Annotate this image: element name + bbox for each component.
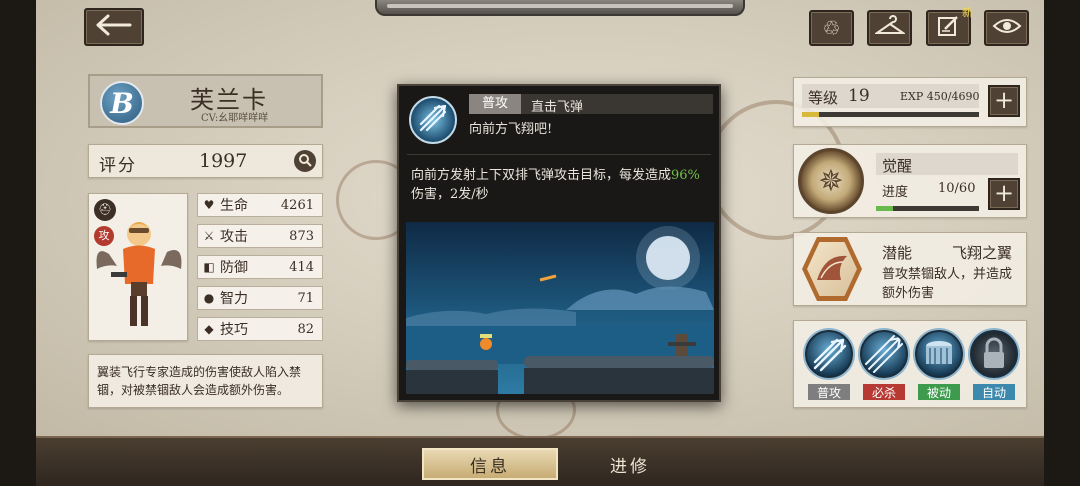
eye-icon bbox=[992, 17, 1022, 39]
top-pull-rail[interactable] bbox=[375, 0, 745, 16]
arrow-burst-icon bbox=[417, 102, 449, 138]
spread-arrows-icon bbox=[865, 335, 903, 373]
stat-label: 防御 bbox=[220, 260, 248, 276]
character-sprite bbox=[96, 222, 182, 326]
new-badge: 新 bbox=[962, 6, 973, 19]
skill-button[interactable] bbox=[805, 330, 853, 378]
stat-row: ◆ 技巧 82 bbox=[197, 317, 323, 341]
level-up-button[interactable]: + bbox=[988, 85, 1020, 117]
heart-icon: ♥ bbox=[203, 198, 215, 212]
skill-name: 直击飞弹 bbox=[531, 100, 584, 115]
potential-desc: 普攻禁锢敌人，并造成额外伤害 bbox=[882, 267, 1013, 301]
stat-value: 873 bbox=[289, 228, 314, 244]
stat-row: ♥ 生命 4261 bbox=[197, 193, 323, 217]
stat-value: 414 bbox=[289, 259, 314, 275]
skill-type-tag: 普攻 bbox=[469, 94, 521, 114]
recycle-icon: ♲ bbox=[822, 16, 841, 40]
character-cv: CV:幺耶咩咩咩 bbox=[201, 113, 269, 124]
rarity-badge: B bbox=[100, 81, 144, 125]
skill-detail-popup[interactable]: 普攻 直击飞弹 向前方飞翔吧! 向前方发射上下双排飞弹攻击目标，每发造成96% 伤… bbox=[397, 84, 721, 402]
shield-icon: ◧ bbox=[203, 260, 215, 274]
score-value: 1997 bbox=[199, 150, 248, 172]
star-icon: ✵ bbox=[818, 163, 844, 199]
arrow-burst-icon bbox=[813, 338, 847, 372]
stat-label: 攻击 bbox=[220, 229, 248, 245]
stat-label: 智力 bbox=[220, 291, 248, 307]
exp-text: EXP 450/4690 bbox=[900, 90, 980, 103]
level-value: 19 bbox=[848, 86, 870, 106]
plus-icon: + bbox=[993, 179, 1015, 207]
skill-popup-divider bbox=[407, 154, 711, 155]
character-portrait[interactable]: ⛑ 攻 bbox=[88, 193, 188, 341]
score-panel: 评分 1997 bbox=[88, 144, 323, 178]
skill-tag: 被动 bbox=[918, 384, 960, 400]
hanger-icon bbox=[873, 15, 906, 41]
stat-value: 71 bbox=[297, 290, 314, 306]
description-text: 翼装飞行专家造成的伤害使敌人陷入禁锢，对被禁锢敌人会造成额外伤害。 bbox=[97, 365, 302, 397]
stat-row: ⚔ 攻击 873 bbox=[197, 224, 323, 248]
skill-desc-part: 伤害，2发/秒 bbox=[411, 187, 489, 202]
lock-icon bbox=[984, 337, 1004, 368]
search-icon bbox=[298, 152, 312, 171]
edit-note-icon bbox=[937, 15, 961, 41]
skill-description: 向前方发射上下双排飞弹攻击目标，每发造成96% 伤害，2发/秒 bbox=[411, 166, 711, 204]
score-label: 评分 bbox=[99, 156, 137, 176]
plus-icon: + bbox=[993, 86, 1015, 114]
wardrobe-button[interactable] bbox=[867, 10, 912, 46]
awaken-plus-button[interactable]: + bbox=[988, 178, 1020, 210]
search-button[interactable] bbox=[294, 150, 316, 172]
awaken-label: 觉醒 bbox=[882, 157, 913, 175]
awaken-progress-bar bbox=[876, 206, 979, 211]
stat-row: ● 智力 71 bbox=[197, 286, 323, 310]
potential-panel: 潜能 飞翔之翼 普攻禁锢敌人，并造成额外伤害 bbox=[793, 232, 1027, 306]
stat-value: 82 bbox=[297, 321, 314, 337]
skills-panel: 普攻 必杀 被动 自动 bbox=[793, 320, 1027, 408]
skill-tag: 自动 bbox=[973, 384, 1015, 400]
potential-icon[interactable] bbox=[802, 237, 862, 301]
wing-icon bbox=[807, 242, 857, 296]
level-label: 等级 bbox=[808, 89, 839, 107]
left-frame bbox=[0, 0, 36, 486]
tab-info[interactable]: 信息 bbox=[422, 448, 558, 480]
potential-name: 飞翔之翼 bbox=[952, 244, 1013, 262]
preview-scene bbox=[406, 226, 714, 394]
recycle-button[interactable]: ♲ bbox=[809, 10, 854, 46]
cylinder-icon bbox=[926, 341, 952, 365]
character-description: 翼装飞行专家造成的伤害使敌人陷入禁锢，对被禁锢敌人会造成额外伤害。 bbox=[88, 354, 323, 408]
sword-icon: ⚔ bbox=[203, 229, 215, 243]
edit-button[interactable]: 新 bbox=[926, 6, 973, 46]
skill-desc-part: 向前方发射上下双排飞弹攻击目标，每发造成 bbox=[411, 168, 672, 183]
brain-icon: ● bbox=[203, 291, 215, 305]
skill-preview-video[interactable] bbox=[406, 222, 714, 394]
skill-button[interactable] bbox=[860, 330, 908, 378]
character-name-card: B 芙兰卡 CV:幺耶咩咩咩 bbox=[88, 74, 323, 128]
stat-row: ◧ 防御 414 bbox=[197, 255, 323, 279]
awaken-progress-value: 10/60 bbox=[938, 181, 976, 196]
right-frame bbox=[1044, 0, 1080, 486]
back-arrow-icon bbox=[94, 13, 134, 41]
skill-popup-icon bbox=[409, 96, 457, 144]
damage-percent: 96% bbox=[671, 168, 700, 183]
skill-button[interactable] bbox=[970, 330, 1018, 378]
back-button[interactable] bbox=[84, 8, 144, 46]
exp-bar bbox=[802, 112, 979, 117]
stat-label: 技巧 bbox=[220, 322, 248, 338]
potential-label: 潜能 bbox=[882, 244, 913, 262]
skill-tagline: 向前方飞翔吧! bbox=[469, 122, 553, 137]
awaken-emblem[interactable]: ✵ bbox=[798, 148, 864, 214]
book-icon: ◆ bbox=[204, 322, 214, 336]
skill-tag: 普攻 bbox=[808, 384, 850, 400]
skill-tag: 必杀 bbox=[863, 384, 905, 400]
stat-label: 生命 bbox=[220, 198, 248, 214]
tab-training[interactable]: 进修 bbox=[562, 448, 698, 480]
awaken-progress-label: 进度 bbox=[882, 185, 909, 200]
view-button[interactable] bbox=[984, 10, 1029, 46]
stat-value: 4261 bbox=[280, 197, 314, 213]
skill-button[interactable] bbox=[915, 330, 963, 378]
